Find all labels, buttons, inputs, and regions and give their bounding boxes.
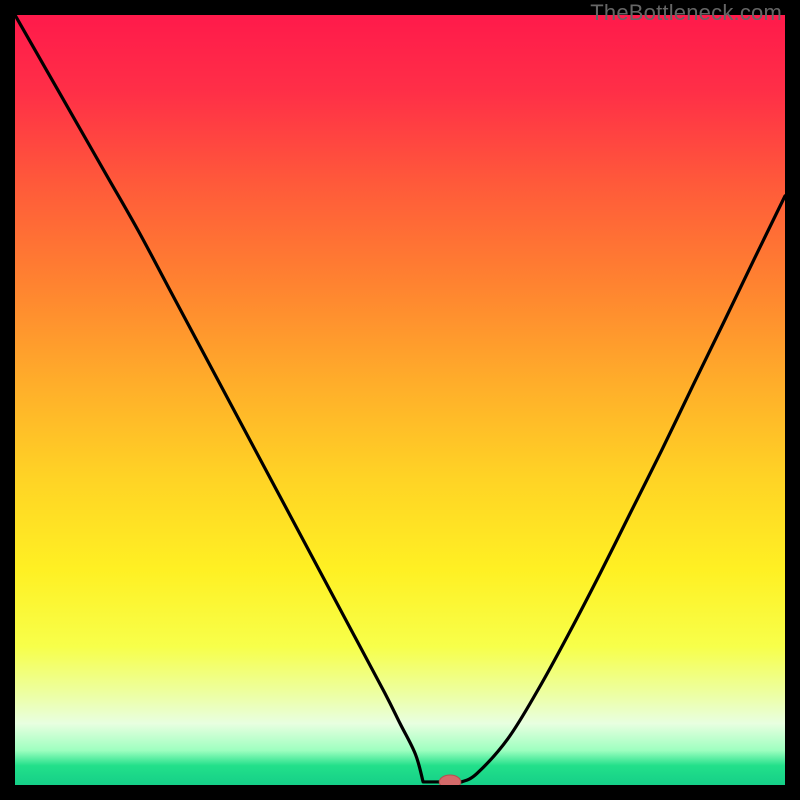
plot-area — [15, 15, 785, 785]
watermark-text: TheBottleneck.com — [590, 0, 782, 26]
chart-frame: TheBottleneck.com — [0, 0, 800, 800]
bottleneck-chart — [15, 15, 785, 785]
optimal-point-marker — [439, 775, 461, 785]
gradient-background — [15, 15, 785, 785]
